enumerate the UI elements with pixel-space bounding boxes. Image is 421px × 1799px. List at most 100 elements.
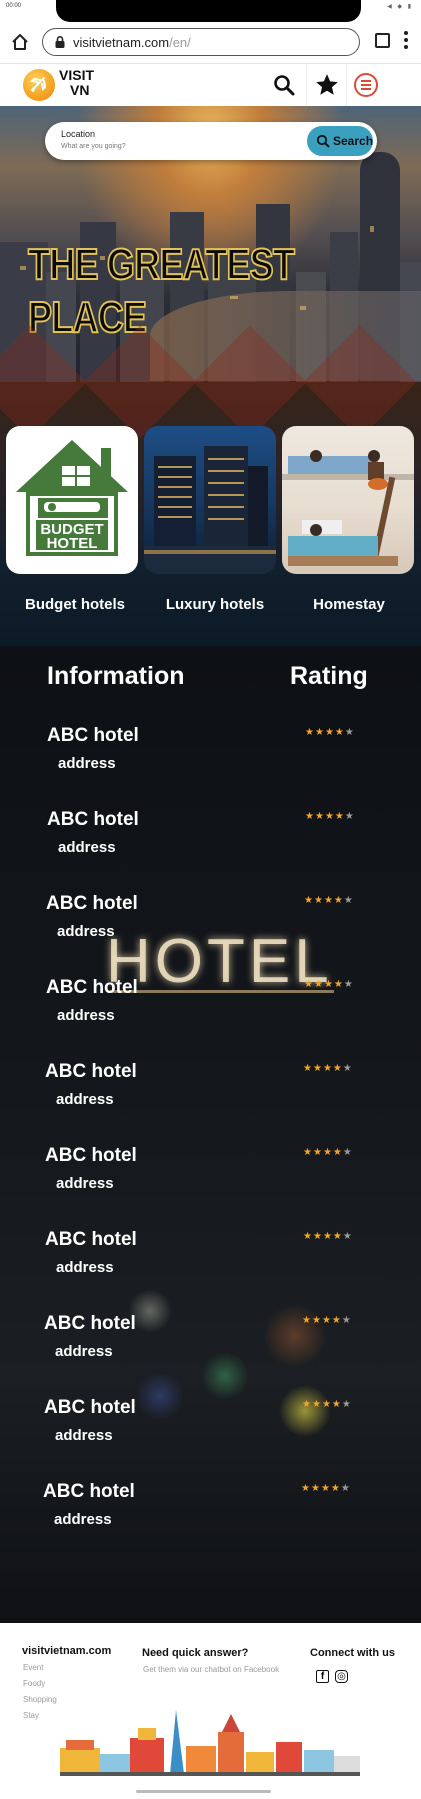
address-bar[interactable]: visitvietnam.com/en/ (42, 28, 360, 56)
search-button[interactable]: Search (307, 126, 373, 156)
footer-link-shopping[interactable]: Shopping (23, 1695, 57, 1704)
hotel-address: address (54, 1511, 112, 1528)
status-icons: ◀ ◆ ▮ (387, 4, 413, 10)
star-empty-icon: ★ (341, 1315, 352, 1326)
star-rating: ★★★★★ (303, 1231, 353, 1242)
star-empty-icon: ★ (343, 979, 354, 990)
hotel-row[interactable]: ABC hotel address ★★★★★ (0, 809, 421, 893)
hotel-address: address (56, 1259, 114, 1276)
hotel-address: address (58, 755, 116, 772)
star-filled-icon: ★ (314, 811, 325, 822)
star-filled-icon: ★ (332, 1063, 343, 1074)
footer-site-name[interactable]: visitvietnam.com (22, 1645, 111, 1657)
star-filled-icon: ★ (323, 895, 334, 906)
star-filled-icon: ★ (332, 1231, 343, 1242)
star-icon[interactable] (314, 72, 340, 98)
hotel-row[interactable]: ABC hotel address ★★★★★ (0, 1061, 421, 1145)
hotel-row[interactable]: ABC hotel address ★★★★★ (0, 977, 421, 1061)
hotel-name[interactable]: ABC hotel (44, 1313, 136, 1335)
star-empty-icon: ★ (344, 811, 355, 822)
star-filled-icon: ★ (303, 1147, 313, 1158)
home-icon[interactable] (10, 32, 30, 52)
star-filled-icon: ★ (324, 727, 335, 738)
hotel-row[interactable]: ABC hotel address ★★★★★ (0, 1313, 421, 1397)
hotel-name[interactable]: ABC hotel (45, 1061, 137, 1083)
hotel-row[interactable]: ABC hotel address ★★★★★ (0, 1481, 421, 1565)
footer-link-event[interactable]: Event (23, 1663, 43, 1672)
browser-toolbar: visitvietnam.com/en/ (0, 22, 421, 64)
category-card-homestay[interactable] (282, 426, 414, 574)
footer-help-text[interactable]: Get them via our chatbot on Facebook (143, 1665, 279, 1674)
airplane-icon (29, 77, 47, 92)
star-filled-icon: ★ (310, 1483, 321, 1494)
star-rating: ★★★★★ (303, 1147, 353, 1158)
star-filled-icon: ★ (332, 1147, 343, 1158)
location-search-bar[interactable]: Location What are you going? Search (45, 122, 377, 160)
column-header-rating: Rating (290, 662, 368, 690)
category-label-homestay[interactable]: Homestay (279, 596, 419, 613)
hotel-row[interactable]: ABC hotel address ★★★★★ (0, 1397, 421, 1481)
star-filled-icon: ★ (333, 895, 344, 906)
star-filled-icon: ★ (302, 1315, 312, 1326)
hotel-name[interactable]: ABC hotel (43, 1481, 135, 1503)
hotel-row[interactable]: ABC hotel address ★★★★★ (0, 893, 421, 977)
hotel-name[interactable]: ABC hotel (46, 977, 138, 999)
star-filled-icon: ★ (311, 1315, 322, 1326)
url-host: visitvietnam.com (73, 35, 170, 50)
star-filled-icon: ★ (313, 979, 324, 990)
star-rating: ★★★★★ (305, 727, 355, 738)
footer-link-foody[interactable]: Foody (23, 1679, 45, 1688)
star-filled-icon: ★ (302, 1399, 312, 1410)
location-label: Location (61, 129, 96, 139)
hotel-address: address (55, 1427, 113, 1444)
more-menu-icon[interactable] (402, 31, 410, 51)
category-label-luxury[interactable]: Luxury hotels (145, 596, 285, 613)
star-empty-icon: ★ (344, 727, 355, 738)
footer-help-title: Need quick answer? (142, 1647, 249, 1659)
star-empty-icon: ★ (342, 1147, 353, 1158)
star-filled-icon: ★ (314, 727, 325, 738)
instagram-icon[interactable]: ◎ (335, 1670, 348, 1683)
hotel-name[interactable]: ABC hotel (47, 725, 139, 747)
hotel-row[interactable]: ABC hotel address ★★★★★ (0, 1229, 421, 1313)
hotel-name[interactable]: ABC hotel (47, 809, 139, 831)
hotel-list: HOTEL Information Rating ABC hotel addres… (0, 646, 421, 1623)
hotel-name[interactable]: ABC hotel (45, 1145, 137, 1167)
star-filled-icon: ★ (303, 1231, 313, 1242)
logo[interactable] (23, 69, 55, 101)
hotel-row[interactable]: ABC hotel address ★★★★★ (0, 725, 421, 809)
footer: visitvietnam.com Event Foody Shopping St… (0, 1623, 421, 1799)
category-card-luxury[interactable] (144, 426, 276, 574)
hamburger-menu-icon[interactable] (354, 73, 378, 97)
hotel-name[interactable]: ABC hotel (44, 1397, 136, 1419)
logo-line2: VN (70, 82, 90, 98)
url-path: /en/ (169, 35, 191, 50)
star-filled-icon: ★ (330, 1483, 341, 1494)
star-filled-icon: ★ (334, 727, 345, 738)
vietnam-skyline-illustration (60, 1710, 360, 1776)
footer-link-stay[interactable]: Stay (23, 1711, 39, 1720)
hotel-row[interactable]: ABC hotel address ★★★★★ (0, 1145, 421, 1229)
luxury-hotel-photo (144, 446, 276, 574)
tabs-icon[interactable] (375, 33, 390, 48)
hero-title-line1: THE GREATEST (27, 239, 296, 290)
search-button-label: Search (333, 134, 374, 148)
star-filled-icon: ★ (324, 811, 335, 822)
star-empty-icon: ★ (342, 1063, 353, 1074)
search-icon[interactable] (272, 73, 296, 97)
logo-text[interactable]: VISIT VN (59, 68, 94, 98)
star-filled-icon: ★ (305, 727, 315, 738)
status-time: 00:00 (6, 3, 22, 9)
category-label-budget[interactable]: Budget hotels (5, 596, 145, 613)
location-input[interactable]: What are you going? (61, 143, 126, 150)
star-filled-icon: ★ (311, 1399, 322, 1410)
star-rating: ★★★★★ (301, 1483, 351, 1494)
facebook-icon[interactable]: f (316, 1670, 329, 1683)
hotel-name[interactable]: ABC hotel (45, 1229, 137, 1251)
hotel-name[interactable]: ABC hotel (46, 893, 138, 915)
star-filled-icon: ★ (313, 895, 324, 906)
hotel-address: address (57, 1007, 115, 1024)
category-card-budget[interactable]: BUDGET HOTEL (6, 426, 138, 574)
star-filled-icon: ★ (334, 811, 345, 822)
home-indicator[interactable] (136, 1790, 271, 1793)
